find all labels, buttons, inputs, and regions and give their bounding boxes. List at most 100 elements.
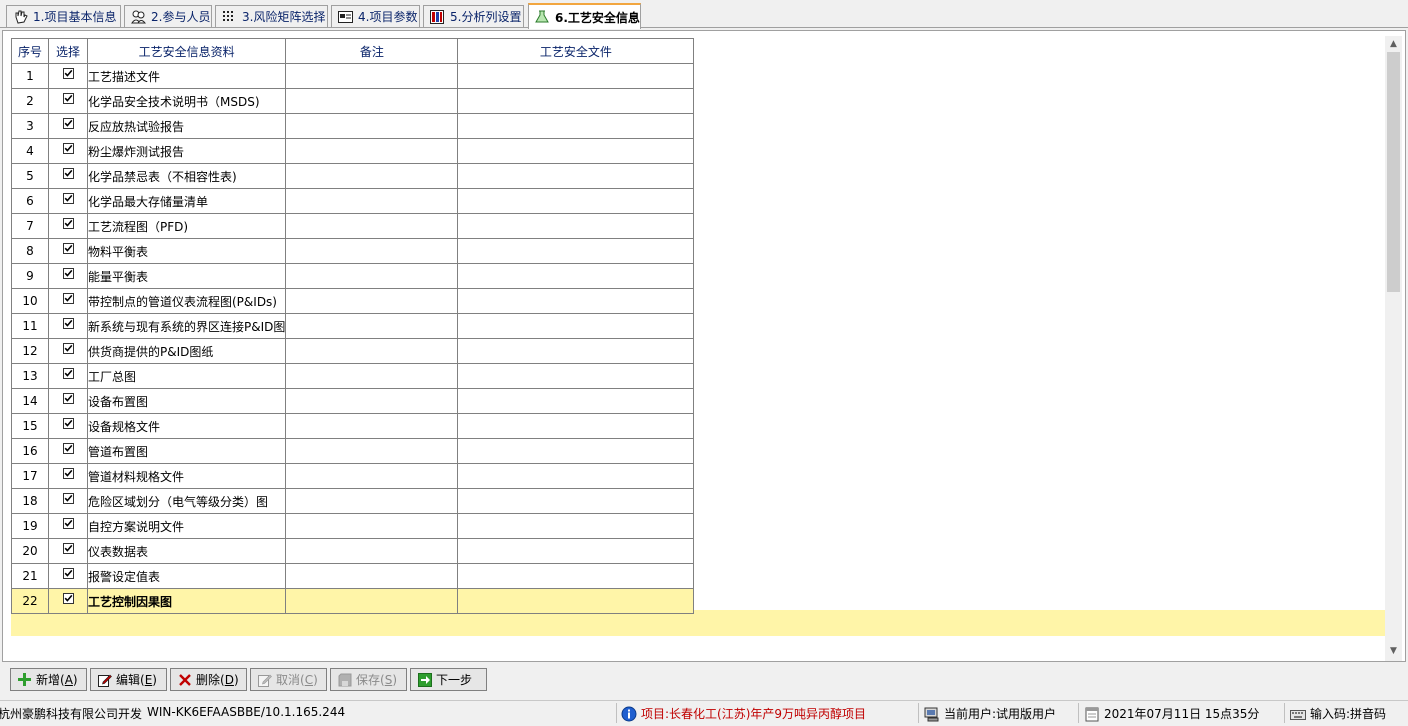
table-row[interactable]: 15 设备规格文件 <box>11 413 695 439</box>
info-material-cell[interactable]: 带控制点的管道仪表流程图(P&IDs) <box>86 288 287 314</box>
scroll-down-icon[interactable]: ▼ <box>1385 643 1402 659</box>
table-row[interactable]: 1 工艺描述文件 <box>11 63 695 89</box>
column-header-remark[interactable]: 备注 <box>285 38 459 64</box>
info-material-cell[interactable]: 能量平衡表 <box>86 263 287 289</box>
info-material-cell[interactable]: 反应放热试验报告 <box>86 113 287 139</box>
remark-cell[interactable] <box>285 488 459 514</box>
remark-cell[interactable] <box>285 138 459 164</box>
safety-file-cell[interactable] <box>457 463 695 489</box>
safety-file-cell[interactable] <box>457 313 695 339</box>
row-select-checkbox[interactable] <box>62 393 74 404</box>
table-row[interactable]: 8 物料平衡表 <box>11 238 695 264</box>
column-header-info-material[interactable]: 工艺安全信息资料 <box>86 38 287 64</box>
remark-cell[interactable] <box>285 388 459 414</box>
remark-cell[interactable] <box>285 588 459 614</box>
vertical-scrollbar[interactable]: ▲ ▼ <box>1385 36 1402 661</box>
remark-cell[interactable] <box>285 63 459 89</box>
safety-file-cell[interactable] <box>457 113 695 139</box>
row-select-checkbox[interactable] <box>62 493 74 504</box>
row-select-checkbox[interactable] <box>62 243 74 254</box>
delete-button[interactable]: 删除(D) <box>170 668 247 691</box>
column-header-select[interactable]: 选择 <box>48 38 88 64</box>
info-material-cell[interactable]: 自控方案说明文件 <box>86 513 287 539</box>
remark-cell[interactable] <box>285 188 459 214</box>
table-row[interactable]: 4 粉尘爆炸测试报告 <box>11 138 695 164</box>
row-select-checkbox[interactable] <box>62 118 74 129</box>
safety-file-cell[interactable] <box>457 513 695 539</box>
table-row[interactable]: 5 化学品禁忌表（不相容性表) <box>11 163 695 189</box>
table-row[interactable]: 13 工厂总图 <box>11 363 695 389</box>
tab-analysis-columns[interactable]: 5.分析列设置 <box>423 5 524 27</box>
row-select-checkbox[interactable] <box>62 418 74 429</box>
safety-file-cell[interactable] <box>457 388 695 414</box>
remark-cell[interactable] <box>285 438 459 464</box>
table-row[interactable]: 11 新系统与现有系统的界区连接P&ID图 <box>11 313 695 339</box>
row-select-checkbox[interactable] <box>62 68 74 79</box>
info-material-cell[interactable]: 化学品安全技术说明书（MSDS) <box>86 88 287 114</box>
row-select-checkbox[interactable] <box>62 93 74 104</box>
row-select-checkbox[interactable] <box>62 593 74 604</box>
add-button[interactable]: 新增(A) <box>10 668 87 691</box>
safety-file-cell[interactable] <box>457 213 695 239</box>
info-material-cell[interactable]: 工厂总图 <box>86 363 287 389</box>
safety-file-cell[interactable] <box>457 338 695 364</box>
row-select-checkbox[interactable] <box>62 368 74 379</box>
remark-cell[interactable] <box>285 513 459 539</box>
info-material-cell[interactable]: 设备布置图 <box>86 388 287 414</box>
safety-file-cell[interactable] <box>457 188 695 214</box>
table-row[interactable]: 2 化学品安全技术说明书（MSDS) <box>11 88 695 114</box>
row-select-checkbox[interactable] <box>62 168 74 179</box>
table-row[interactable]: 14 设备布置图 <box>11 388 695 414</box>
row-select-checkbox[interactable] <box>62 568 74 579</box>
safety-file-cell[interactable] <box>457 438 695 464</box>
row-select-checkbox[interactable] <box>62 318 74 329</box>
safety-file-cell[interactable] <box>457 88 695 114</box>
info-material-cell[interactable]: 报警设定值表 <box>86 563 287 589</box>
safety-file-cell[interactable] <box>457 413 695 439</box>
table-row[interactable]: 19 自控方案说明文件 <box>11 513 695 539</box>
info-material-cell[interactable]: 化学品禁忌表（不相容性表) <box>86 163 287 189</box>
info-material-cell[interactable]: 工艺描述文件 <box>86 63 287 89</box>
table-row[interactable]: 21 报警设定值表 <box>11 563 695 589</box>
remark-cell[interactable] <box>285 338 459 364</box>
row-select-checkbox[interactable] <box>62 343 74 354</box>
table-row[interactable]: 20 仪表数据表 <box>11 538 695 564</box>
table-row[interactable]: 12 供货商提供的P&ID图纸 <box>11 338 695 364</box>
row-select-checkbox[interactable] <box>62 468 74 479</box>
info-material-cell[interactable]: 粉尘爆炸测试报告 <box>86 138 287 164</box>
row-select-checkbox[interactable] <box>62 268 74 279</box>
table-row[interactable]: 16 管道布置图 <box>11 438 695 464</box>
row-select-checkbox[interactable] <box>62 518 74 529</box>
remark-cell[interactable] <box>285 113 459 139</box>
remark-cell[interactable] <box>285 213 459 239</box>
tab-project-basic-info[interactable]: 1.项目基本信息 <box>6 5 121 27</box>
safety-file-cell[interactable] <box>457 363 695 389</box>
remark-cell[interactable] <box>285 313 459 339</box>
safety-file-cell[interactable] <box>457 63 695 89</box>
remark-cell[interactable] <box>285 413 459 439</box>
info-material-cell[interactable]: 新系统与现有系统的界区连接P&ID图 <box>86 313 287 339</box>
info-material-cell[interactable]: 危险区域划分（电气等级分类）图 <box>86 488 287 514</box>
remark-cell[interactable] <box>285 463 459 489</box>
tab-process-safety-info[interactable]: 6.工艺安全信息 <box>528 3 641 29</box>
tab-participants[interactable]: 2.参与人员 <box>124 5 212 27</box>
remark-cell[interactable] <box>285 288 459 314</box>
info-material-cell[interactable]: 供货商提供的P&ID图纸 <box>86 338 287 364</box>
table-row[interactable]: 7 工艺流程图（PFD) <box>11 213 695 239</box>
table-row[interactable]: 17 管道材料规格文件 <box>11 463 695 489</box>
row-select-checkbox[interactable] <box>62 218 74 229</box>
remark-cell[interactable] <box>285 563 459 589</box>
info-material-cell[interactable]: 仪表数据表 <box>86 538 287 564</box>
row-select-checkbox[interactable] <box>62 193 74 204</box>
table-row[interactable]: 22 工艺控制因果图 <box>11 588 695 614</box>
row-select-checkbox[interactable] <box>62 143 74 154</box>
remark-cell[interactable] <box>285 238 459 264</box>
row-select-checkbox[interactable] <box>62 543 74 554</box>
remark-cell[interactable] <box>285 363 459 389</box>
safety-file-cell[interactable] <box>457 238 695 264</box>
column-header-safety-file[interactable]: 工艺安全文件 <box>457 38 695 64</box>
edit-button[interactable]: 编辑(E) <box>90 668 167 691</box>
table-row[interactable]: 9 能量平衡表 <box>11 263 695 289</box>
tab-risk-matrix[interactable]: 3.风险矩阵选择 <box>215 5 328 27</box>
safety-file-cell[interactable] <box>457 163 695 189</box>
